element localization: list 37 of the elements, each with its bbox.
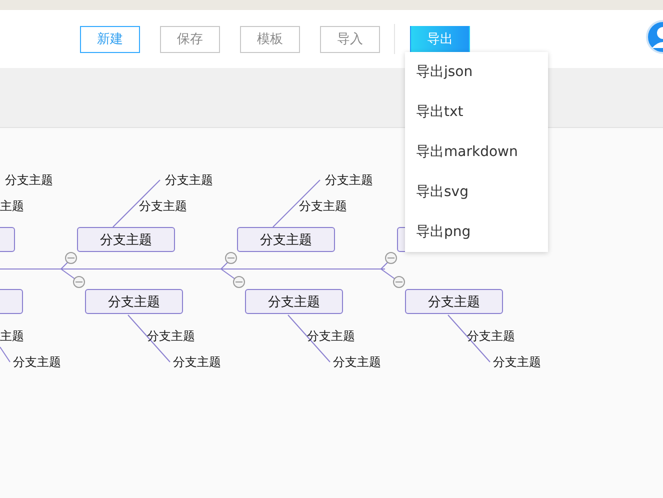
collapse-icon[interactable] — [385, 252, 397, 264]
connector-line — [288, 314, 330, 362]
subtopic-label[interactable]: 分支主题 — [467, 329, 515, 343]
collapse-icon[interactable] — [393, 276, 405, 288]
subtopic-label[interactable]: 主题 — [0, 199, 24, 213]
collapse-icon[interactable] — [233, 276, 245, 288]
topic-node[interactable]: 分支主题 — [77, 227, 175, 252]
collapse-icon[interactable] — [65, 252, 77, 264]
subtopic-label[interactable]: 分支主题 — [165, 173, 213, 187]
menu-item[interactable]: 导出png — [405, 212, 548, 252]
toolbar-button[interactable]: 导入 — [320, 26, 380, 52]
collapse-icon[interactable] — [225, 252, 237, 264]
subtopic-label[interactable]: 分支主题 — [13, 355, 61, 369]
subtopic-label[interactable]: 主题 — [0, 329, 24, 343]
connector-line — [448, 314, 490, 362]
topic-node[interactable]: 分支主题 — [245, 289, 343, 314]
subtopic-label[interactable]: 分支主题 — [139, 199, 187, 213]
connector-line — [128, 314, 170, 362]
subtopic-label[interactable]: 分支主题 — [493, 355, 541, 369]
menu-item[interactable]: 导出json — [405, 52, 548, 92]
topic-node[interactable]: 分支主题 — [405, 289, 503, 314]
subtopic-label[interactable]: 分支主题 — [173, 355, 221, 369]
toolbar-button[interactable]: 模板 — [240, 26, 300, 52]
toolbar-button[interactable]: 保存 — [160, 26, 220, 52]
connector-line — [0, 346, 10, 362]
topic-node[interactable]: 分支主题 — [85, 289, 183, 314]
subtopic-label[interactable]: 分支主题 — [147, 329, 195, 343]
subtopic-label[interactable]: 分支主题 — [299, 199, 347, 213]
collapse-icon[interactable] — [73, 276, 85, 288]
menu-item[interactable]: 导出txt — [405, 92, 548, 132]
subtopic-label[interactable]: 分支主题 — [325, 173, 373, 187]
topic-node[interactable]: 分支主题 — [237, 227, 335, 252]
menu-item[interactable]: 导出svg — [405, 172, 548, 212]
menu-item[interactable]: 导出markdown — [405, 132, 548, 172]
subtopic-label[interactable]: 分支主题 — [307, 329, 355, 343]
subtopic-label[interactable]: 分支主题 — [333, 355, 381, 369]
subtopic-label[interactable]: 分支主题 — [5, 173, 53, 187]
